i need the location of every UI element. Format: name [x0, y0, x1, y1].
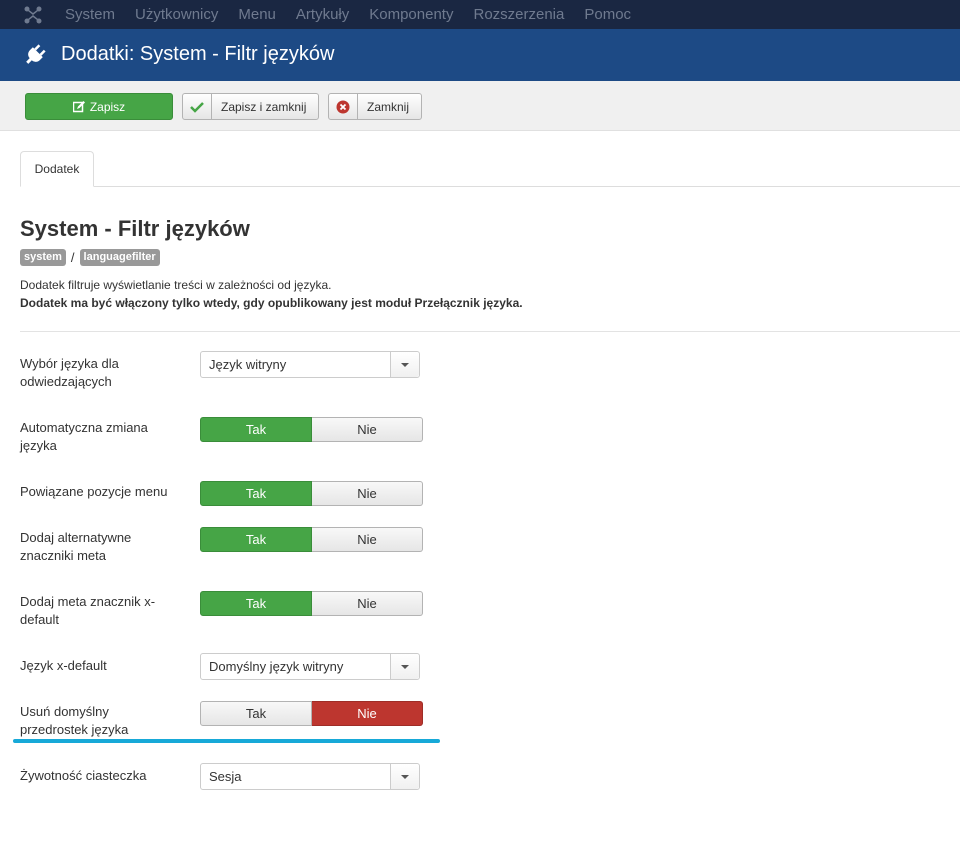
plugin-description: Dodatek filtruje wyświetlanie treści w z… [20, 278, 332, 292]
x-default-language-select[interactable]: Domyślny język witryny [200, 653, 420, 680]
tab-divider [20, 186, 960, 187]
toggle-no[interactable]: Nie [312, 701, 423, 726]
field-label-x-default-language: Język x-default [20, 658, 107, 673]
menu-item-users[interactable]: Użytkownicy [135, 6, 218, 23]
menu-item-components[interactable]: Komponenty [369, 6, 453, 23]
page-header: Dodatki: System - Filtr języków [0, 29, 960, 81]
save-button[interactable]: Zapisz [25, 93, 173, 120]
menu-item-system[interactable]: System [65, 6, 115, 23]
alternate-meta-tags-toggle: Tak Nie [200, 527, 423, 552]
field-label-auto-language-change: Automatyczna zmiana języka [20, 420, 148, 453]
select-value: Domyślny język witryny [209, 659, 344, 674]
menu-item-articles[interactable]: Artykuły [296, 6, 349, 23]
close-circle-icon [336, 100, 350, 113]
toggle-no[interactable]: Nie [312, 527, 423, 552]
edit-icon [72, 100, 85, 112]
save-button-label: Zapisz [89, 99, 126, 114]
cookie-lifetime-select[interactable]: Sesja [200, 763, 420, 790]
field-label-cookie-lifetime: Żywotność ciasteczka [20, 768, 147, 783]
toggle-no[interactable]: Nie [312, 591, 423, 616]
remove-default-prefix-toggle: Tak Nie [200, 701, 423, 726]
save-and-close-button[interactable]: Zapisz i zamknij [182, 93, 319, 120]
toggle-no[interactable]: Nie [312, 481, 423, 506]
toolbar: Zapisz Zapisz i zamknij Zamknij [0, 81, 960, 131]
plug-icon [26, 44, 46, 64]
field-label-remove-default-prefix: Usuń domyślny przedrostek języka [20, 704, 129, 737]
joomla-logo-icon[interactable] [23, 5, 43, 25]
menu-item-menu[interactable]: Menu [238, 6, 276, 23]
field-label-x-default-meta: Dodaj meta znacznik x-default [20, 594, 156, 627]
element-badge: languagefilter [79, 249, 160, 266]
toggle-yes[interactable]: Tak [200, 527, 312, 552]
checkmark-icon [190, 101, 204, 113]
plugin-note: Dodatek ma być włączony tylko wtedy, gdy… [20, 296, 523, 310]
toggle-no[interactable]: Nie [312, 417, 423, 442]
main-menu: System Użytkownicy Menu Artykuły Kompone… [65, 0, 651, 29]
field-label-visitor-language: Wybór języka dla odwiedzających [20, 356, 119, 389]
folder-badge: system [20, 249, 66, 266]
field-label-alternate-meta-tags: Dodaj alternatywne znaczniki meta [20, 530, 132, 563]
select-value: Język witryny [209, 357, 287, 372]
toggle-yes[interactable]: Tak [200, 481, 312, 506]
toggle-yes[interactable]: Tak [200, 701, 312, 726]
visitor-language-select[interactable]: Język witryny [200, 351, 420, 378]
x-default-meta-toggle: Tak Nie [200, 591, 423, 616]
chevron-down-icon[interactable] [390, 654, 419, 679]
highlight-underline [13, 739, 440, 743]
associated-menu-items-toggle: Tak Nie [200, 481, 423, 506]
toggle-yes[interactable]: Tak [200, 591, 312, 616]
toggle-yes[interactable]: Tak [200, 417, 312, 442]
menu-item-extensions[interactable]: Rozszerzenia [473, 6, 564, 23]
plugin-title: System - Filtr języków [20, 216, 250, 241]
auto-language-change-toggle: Tak Nie [200, 417, 423, 442]
close-button-label: Zamknij [367, 99, 410, 114]
page-title: Dodatki: System - Filtr języków [61, 43, 335, 65]
field-label-associated-menu-items: Powiązane pozycje menu [20, 484, 168, 499]
badge-separator: / [70, 250, 75, 265]
tab-plugin[interactable]: Dodatek [20, 151, 94, 187]
top-menu-bar: System Użytkownicy Menu Artykuły Kompone… [0, 0, 960, 29]
save-and-close-label: Zapisz i zamknij [221, 99, 307, 114]
divider [20, 331, 960, 332]
menu-item-help[interactable]: Pomoc [584, 6, 631, 23]
chevron-down-icon[interactable] [390, 352, 419, 377]
plugin-badges: system / languagefilter [20, 249, 160, 266]
close-button[interactable]: Zamknij [328, 93, 422, 120]
chevron-down-icon[interactable] [390, 764, 419, 789]
select-value: Sesja [209, 769, 242, 784]
